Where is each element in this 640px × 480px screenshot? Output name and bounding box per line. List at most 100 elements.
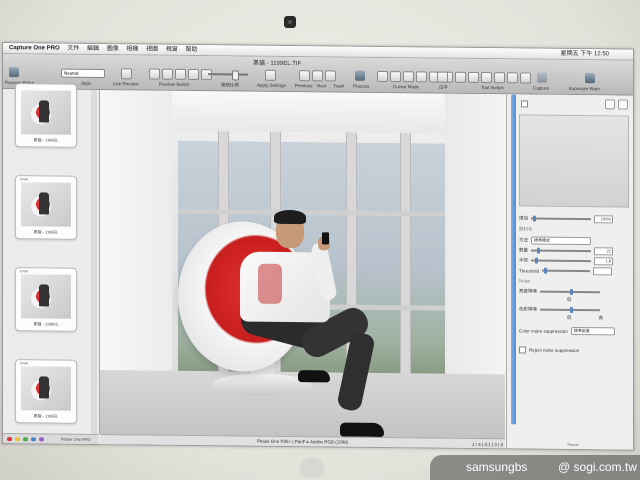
red-label-icon[interactable] [7,437,12,442]
luminance-noise-label: 亮度降噪 [519,288,537,294]
color-moire-label: Color moire suppression [519,327,568,334]
noise-section-header: Noise [519,278,531,283]
menu-image[interactable]: 圖像 [107,46,119,52]
tool-switch-1-button[interactable] [455,71,466,83]
sharpen-section-label: 銳利化 [519,226,533,232]
capture-icon[interactable] [537,72,547,83]
method-select[interactable]: 標準模式 [531,236,591,246]
photo-mullion [400,133,411,404]
browser-footer: Phase One PRO [3,433,99,446]
radius-label: 半徑 [519,257,528,263]
menu-help[interactable]: 幫助 [185,47,197,53]
person-shoe [298,370,330,383]
purple-label-icon[interactable] [39,437,44,442]
color-moire-select[interactable]: 標準設置 [570,326,615,336]
preview-switch-group [149,66,212,83]
select-cursor-icon[interactable] [377,70,388,82]
tool-switch-2-button[interactable] [468,71,479,83]
thumbnail-image [21,274,71,319]
color-noise-high-label: 高 [598,315,604,321]
pan-cursor-icon[interactable] [390,70,401,82]
contrast-slider[interactable] [531,215,591,222]
watermark-left-text: samsungbs [466,460,528,474]
preview-mode-3-button[interactable] [175,68,186,80]
zoom-readout: 1 / 4 | 4:1 | 3 | 8 [472,441,504,448]
tool-switch-3-button[interactable] [481,71,492,83]
document-title: 黑貓 - 1199EL.TIF [253,60,302,68]
menu-edit[interactable]: 編輯 [87,46,99,52]
amount-slider[interactable] [531,247,591,254]
menu-file[interactable]: 文件 [67,46,79,52]
luminance-scale: 低 [567,297,572,303]
tools-scrollbar[interactable] [511,94,516,425]
tool-switch-6-button[interactable] [520,71,531,84]
color-noise-row: 色彩降噪 [519,306,600,313]
thumbnail-item[interactable]: Grab 黑貓 - 1198EL [15,359,77,424]
white-balance-picker-icon[interactable] [437,71,448,83]
previous-button[interactable] [299,69,310,81]
tool-switch-4-button[interactable] [494,71,505,83]
tools-footer: Focus [567,441,579,448]
zoom-cursor-icon[interactable] [403,70,414,82]
next-button[interactable] [312,69,323,81]
thumbnail-item[interactable]: 黑貓 - 1199EL [15,83,77,148]
thumbnail-image [21,182,71,227]
thumbnail-item[interactable]: Grab 黑貓 - 11980C [15,267,77,332]
tools-corner-icons [605,99,628,110]
thumbnail-caption: 黑貓 - 1198EL [33,413,59,419]
preview-mode-2-button[interactable] [162,68,173,80]
contrast-field[interactable]: 100% [594,215,613,224]
next-label: Next [317,83,327,89]
reject-noise-row: Reject noise suppression [519,346,579,354]
threshold-slider[interactable] [542,267,591,274]
reset-tool-icon[interactable] [605,99,615,110]
app-menu[interactable]: Capture One PRO [9,45,60,52]
camera-profile-text: Phase One P45+ | PanF ▸ Adobe RGB (1998) [256,438,349,445]
thumbnail-tag: Grab [20,269,28,274]
tools-panel: 總加 100% 銳利化 方法 標準模式 數量 22 半徑 1.8 Thresho… [506,94,634,450]
menu-view[interactable]: 視圖 [146,47,158,53]
image-viewer[interactable] [100,90,505,451]
crop-cursor-icon[interactable] [416,70,427,82]
process-icon[interactable] [355,70,365,81]
preset-select[interactable]: Neutral [61,68,105,78]
menu-window[interactable]: 視窗 [166,47,178,53]
preview-mode-4-button[interactable] [188,68,199,80]
preview-mode-1-button[interactable] [149,68,160,80]
thumbnail-tag: Grab [20,361,28,366]
radius-field[interactable]: 1.8 [594,257,613,266]
method-row: 方法 標準模式 [519,236,591,246]
menubar-clock[interactable]: 星期五 下午 12:50 [561,49,609,60]
navigation-group [299,67,336,83]
thumbnail-item[interactable]: Grab 黑貓 - 1199EL [15,175,77,240]
style-group: Neutral [61,65,105,81]
process-rules-icon[interactable] [9,67,19,78]
yellow-label-icon[interactable] [15,437,20,442]
zoom-slider[interactable] [208,73,248,76]
person-shoe [340,422,384,438]
noise-section-label: Noise [519,278,531,284]
thumbnail-caption: 黑貓 - 11980C [33,321,59,327]
tool-toggle-checkbox[interactable] [521,100,528,108]
tool-switch-5-button[interactable] [507,71,518,83]
zoom-group [208,66,248,82]
radius-slider[interactable] [531,257,591,264]
color-noise-slider[interactable] [540,306,600,313]
apply-settings-button[interactable] [265,69,276,81]
amount-field[interactable]: 22 [594,247,613,256]
color-noise-low-label: 低 [567,314,572,320]
blue-label-icon[interactable] [31,437,36,442]
green-label-icon[interactable] [23,437,28,442]
reject-noise-checkbox[interactable] [519,346,526,354]
browser-scrollbar[interactable] [91,89,97,434]
trash-button[interactable] [325,69,336,81]
live-preview-group [121,65,132,81]
luminance-noise-slider[interactable] [540,288,600,295]
thumbnail-browser: 黑貓 - 1199EL Grab 黑貓 - 1199EL Grab 黑貓 - 1… [3,83,100,435]
exposure-warning-icon[interactable] [585,73,595,84]
menu-camera[interactable]: 相機 [126,46,138,52]
tool-options-icon[interactable] [618,99,628,110]
threshold-field[interactable] [593,267,613,276]
live-preview-button[interactable] [121,67,132,79]
apply-settings-group [265,67,276,83]
